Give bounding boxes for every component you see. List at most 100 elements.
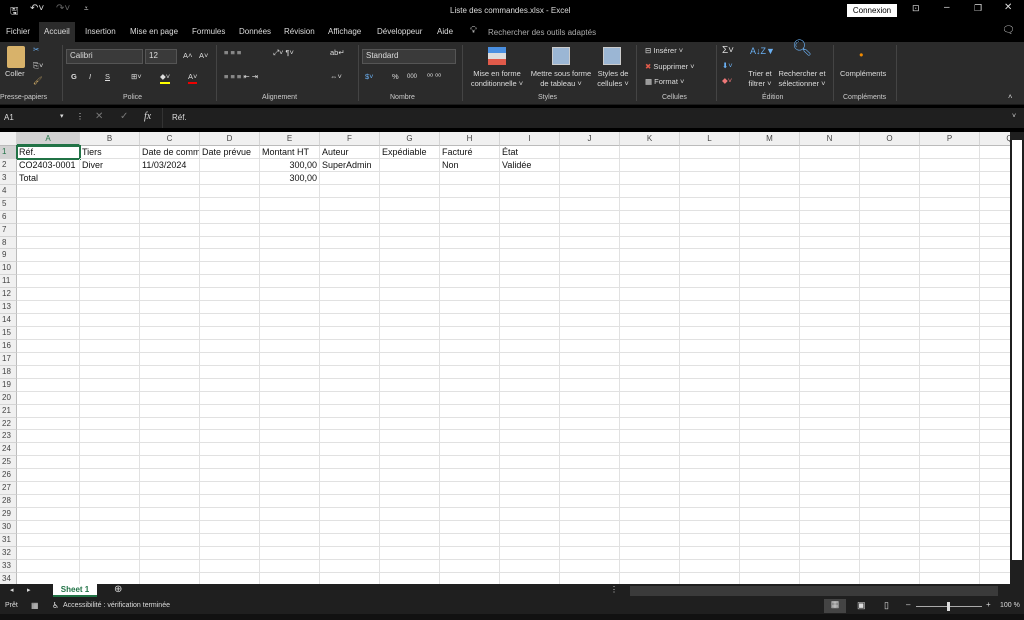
- cell[interactable]: CO2403-0001: [17, 158, 80, 172]
- row-header[interactable]: 19: [0, 378, 17, 392]
- cell[interactable]: [440, 456, 500, 470]
- cell[interactable]: [140, 404, 200, 418]
- accounting-icon[interactable]: $˅: [365, 72, 374, 82]
- cell[interactable]: [560, 275, 620, 289]
- zoom-out-icon[interactable]: –: [906, 600, 910, 609]
- cell[interactable]: [440, 288, 500, 302]
- cell[interactable]: [320, 430, 380, 444]
- cell[interactable]: [140, 495, 200, 509]
- cell[interactable]: [860, 158, 920, 172]
- cell[interactable]: [200, 456, 260, 470]
- cell[interactable]: [620, 197, 680, 211]
- cell[interactable]: [620, 275, 680, 289]
- row-header[interactable]: 6: [0, 210, 17, 224]
- cell[interactable]: [140, 197, 200, 211]
- cell[interactable]: [200, 391, 260, 405]
- cell[interactable]: [560, 314, 620, 327]
- cell[interactable]: [800, 443, 860, 457]
- cell[interactable]: [620, 158, 680, 172]
- row-header[interactable]: 9: [0, 249, 17, 263]
- cell[interactable]: [680, 469, 740, 483]
- cell[interactable]: [680, 533, 740, 547]
- cell[interactable]: [80, 339, 140, 353]
- cell[interactable]: [200, 482, 260, 496]
- cell[interactable]: [680, 352, 740, 366]
- cell[interactable]: [560, 443, 620, 457]
- cell-styles-button[interactable]: Styles de cellules ˅: [594, 69, 632, 89]
- bold-button[interactable]: G: [71, 72, 77, 82]
- zoom-in-icon[interactable]: +: [986, 600, 991, 609]
- cell[interactable]: [620, 365, 680, 379]
- cell[interactable]: Tiers: [80, 146, 140, 159]
- cell[interactable]: [980, 288, 1010, 302]
- cell[interactable]: [620, 572, 680, 584]
- cell[interactable]: [380, 339, 440, 353]
- cell[interactable]: [920, 197, 980, 211]
- cell[interactable]: [920, 339, 980, 353]
- cell[interactable]: [920, 314, 980, 327]
- cell[interactable]: [200, 495, 260, 509]
- fill-icon[interactable]: ⬇˅: [722, 61, 733, 71]
- cell[interactable]: [740, 546, 800, 560]
- cell[interactable]: [620, 520, 680, 534]
- cell[interactable]: [260, 378, 320, 392]
- cell[interactable]: [980, 495, 1010, 509]
- cell[interactable]: [140, 301, 200, 315]
- cell[interactable]: [860, 171, 920, 185]
- underline-button[interactable]: S: [105, 72, 110, 82]
- cell[interactable]: [560, 520, 620, 534]
- row-header[interactable]: 21: [0, 404, 17, 418]
- cell[interactable]: [200, 520, 260, 534]
- cell[interactable]: [560, 559, 620, 573]
- cell[interactable]: [740, 197, 800, 211]
- cell[interactable]: Montant HT: [260, 146, 320, 159]
- cell[interactable]: [560, 262, 620, 276]
- cell[interactable]: [860, 223, 920, 237]
- format-painter-icon[interactable]: 🖌︎: [33, 76, 43, 86]
- cell[interactable]: [560, 210, 620, 224]
- cell[interactable]: [260, 430, 320, 444]
- cell[interactable]: [560, 533, 620, 547]
- cell[interactable]: [140, 327, 200, 340]
- cell[interactable]: [440, 197, 500, 211]
- cell[interactable]: [620, 378, 680, 392]
- tab-donnees[interactable]: Données: [234, 24, 276, 39]
- cell[interactable]: [320, 520, 380, 534]
- cell[interactable]: [800, 184, 860, 198]
- row-header[interactable]: 14: [0, 314, 17, 327]
- cell[interactable]: [980, 172, 1010, 185]
- cell[interactable]: [320, 391, 380, 405]
- cell[interactable]: [740, 352, 800, 366]
- cell[interactable]: [140, 339, 200, 353]
- cell[interactable]: [860, 301, 920, 315]
- cell[interactable]: [680, 171, 740, 185]
- row-header[interactable]: 8: [0, 236, 17, 250]
- cell[interactable]: [200, 508, 260, 521]
- cell[interactable]: [260, 210, 320, 224]
- cell[interactable]: [380, 391, 440, 405]
- cell[interactable]: [260, 391, 320, 405]
- cell[interactable]: [680, 288, 740, 302]
- cell[interactable]: Validée: [500, 158, 560, 172]
- cell[interactable]: [80, 171, 140, 185]
- row-header[interactable]: 16: [0, 339, 17, 353]
- cell[interactable]: [620, 288, 680, 302]
- cell[interactable]: [380, 197, 440, 211]
- cell[interactable]: [320, 327, 380, 340]
- cell[interactable]: [800, 482, 860, 496]
- cell[interactable]: [80, 456, 140, 470]
- cell[interactable]: [260, 352, 320, 366]
- cell[interactable]: [440, 443, 500, 457]
- column-header[interactable]: L: [680, 132, 740, 146]
- font-color-icon[interactable]: A˅: [188, 72, 198, 84]
- column-header[interactable]: H: [440, 132, 500, 146]
- cell[interactable]: [440, 520, 500, 534]
- cell[interactable]: [620, 391, 680, 405]
- cell[interactable]: [500, 572, 560, 584]
- cell[interactable]: Réf.: [16, 145, 81, 160]
- page-break-icon[interactable]: ▯: [884, 600, 889, 611]
- cell[interactable]: [17, 236, 80, 250]
- cell[interactable]: [320, 456, 380, 470]
- cell[interactable]: [920, 482, 980, 496]
- cell[interactable]: [560, 236, 620, 250]
